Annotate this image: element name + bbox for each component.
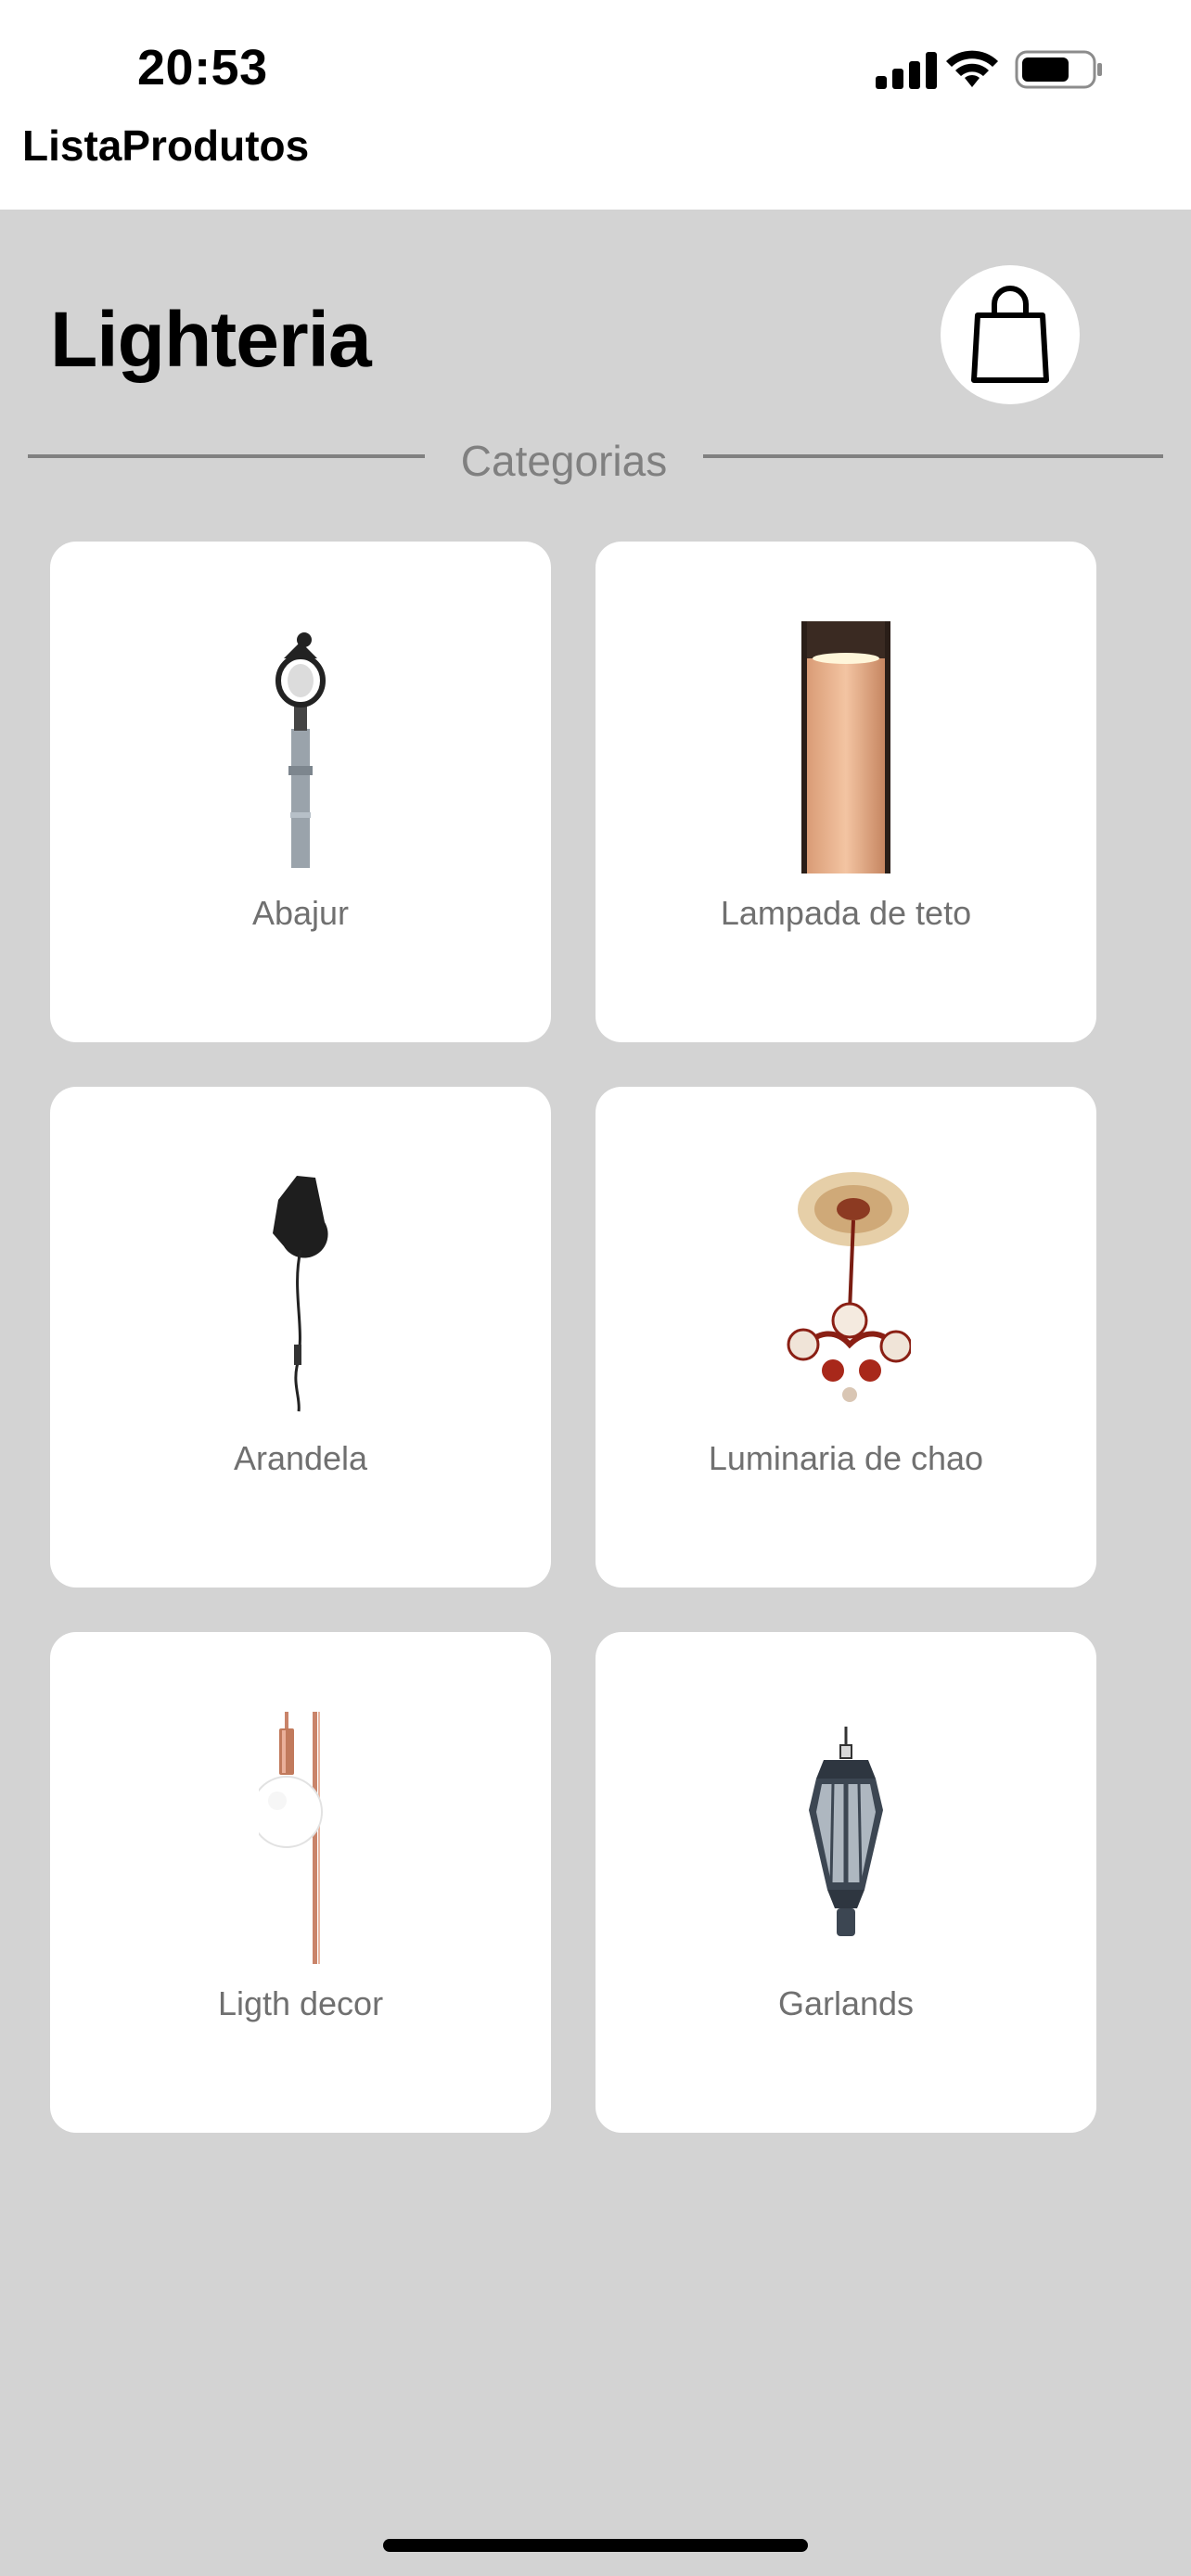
category-image — [208, 1167, 393, 1419]
section-title: Categorias — [460, 437, 668, 485]
bulb-decor-icon — [259, 1712, 323, 1964]
status-bar: 20:53 — [0, 0, 1191, 121]
home-indicator[interactable] — [383, 2539, 808, 2552]
category-label: Abajur — [251, 894, 350, 932]
shopping-bag-icon — [971, 286, 1049, 383]
category-label: Ligth decor — [217, 1984, 384, 2022]
battery-icon — [1015, 50, 1102, 89]
category-card-abajur[interactable]: Abajur — [50, 542, 551, 1042]
navigation-bar: ListaProdutos — [0, 121, 1191, 210]
cart-button[interactable] — [941, 265, 1080, 404]
category-card-ligth-decor[interactable]: Ligth decor — [50, 1632, 551, 2133]
main-content: Lighteria Categorias Abajur Lampada de t… — [0, 210, 1191, 2576]
brand-title: Lighteria — [50, 296, 372, 383]
category-card-arandela[interactable]: Arandela — [50, 1087, 551, 1588]
ceiling-lamp-icon — [801, 621, 890, 874]
category-image — [753, 1167, 939, 1419]
category-image — [753, 1712, 939, 1964]
category-image — [753, 621, 939, 874]
lantern-icon — [809, 1727, 883, 1936]
street-lamp-icon — [275, 632, 326, 868]
category-label: Lampada de teto — [720, 894, 972, 932]
category-card-luminaria-de-chao[interactable]: Luminaria de chao — [596, 1087, 1096, 1588]
category-label: Garlands — [777, 1984, 915, 2022]
category-image — [208, 1712, 393, 1964]
divider-line-right — [703, 454, 1163, 458]
category-label: Arandela — [233, 1439, 368, 1477]
cellular-signal-icon — [876, 52, 937, 89]
category-label: Luminaria de chao — [708, 1439, 984, 1477]
divider-line-left — [28, 454, 425, 458]
category-card-lampada-de-teto[interactable]: Lampada de teto — [596, 542, 1096, 1042]
wifi-icon — [946, 50, 998, 87]
wall-sconce-icon — [273, 1176, 328, 1412]
chandelier-icon — [787, 1172, 911, 1402]
nav-title: ListaProdutos — [22, 121, 310, 170]
status-time: 20:53 — [137, 40, 268, 96]
section-divider: Categorias — [28, 436, 1163, 485]
category-image — [208, 621, 393, 874]
category-card-garlands[interactable]: Garlands — [596, 1632, 1096, 2133]
